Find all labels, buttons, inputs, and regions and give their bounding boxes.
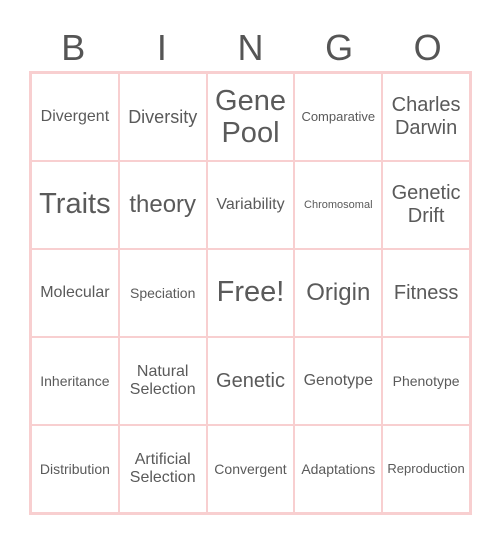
bingo-cell[interactable]: Speciation <box>118 249 207 337</box>
bingo-cell[interactable]: Convergent <box>206 425 295 513</box>
header-letter-i: I <box>156 27 167 68</box>
header-letter-o: O <box>413 27 442 68</box>
bingo-cell[interactable]: Artificial Selection <box>118 425 207 513</box>
bingo-cell[interactable]: Natural Selection <box>118 337 207 425</box>
bingo-cell[interactable]: Molecular <box>31 249 119 337</box>
header-letter-g: G <box>325 27 354 68</box>
bingo-cell[interactable]: Origin <box>294 249 383 337</box>
bingo-cell[interactable]: Adaptations <box>294 425 383 513</box>
bingo-cell[interactable]: Gene Pool <box>206 73 295 161</box>
bingo-cell[interactable]: Genetic <box>206 337 295 425</box>
bingo-cell[interactable]: Distribution <box>31 425 119 513</box>
bingo-cell[interactable]: Fitness <box>382 249 470 337</box>
bingo-cell[interactable]: Charles Darwin <box>382 73 470 161</box>
bingo-cell[interactable]: Inheritance <box>31 337 119 425</box>
bingo-cell[interactable]: Reproduction <box>382 425 470 513</box>
bingo-cell[interactable]: Genetic Drift <box>382 161 470 249</box>
bingo-cell[interactable]: Traits <box>31 161 119 249</box>
bingo-cell[interactable]: Comparative <box>294 73 383 161</box>
bingo-header: B I N G O <box>29 26 472 70</box>
bingo-cell[interactable]: Diversity <box>118 73 207 161</box>
free-space-cell[interactable]: Free! <box>206 249 295 337</box>
bingo-cell[interactable]: Variability <box>206 161 295 249</box>
header-letter-b: B <box>61 27 86 68</box>
bingo-cell[interactable]: theory <box>118 161 207 249</box>
bingo-cell[interactable]: Divergent <box>31 73 119 161</box>
bingo-cell[interactable]: Chromosomal <box>294 161 383 249</box>
bingo-grid: Divergent Diversity Gene Pool Comparativ… <box>29 71 472 515</box>
bingo-cell[interactable]: Genotype <box>294 337 383 425</box>
bingo-cell[interactable]: Phenotype <box>382 337 470 425</box>
header-letter-n: N <box>237 27 264 68</box>
